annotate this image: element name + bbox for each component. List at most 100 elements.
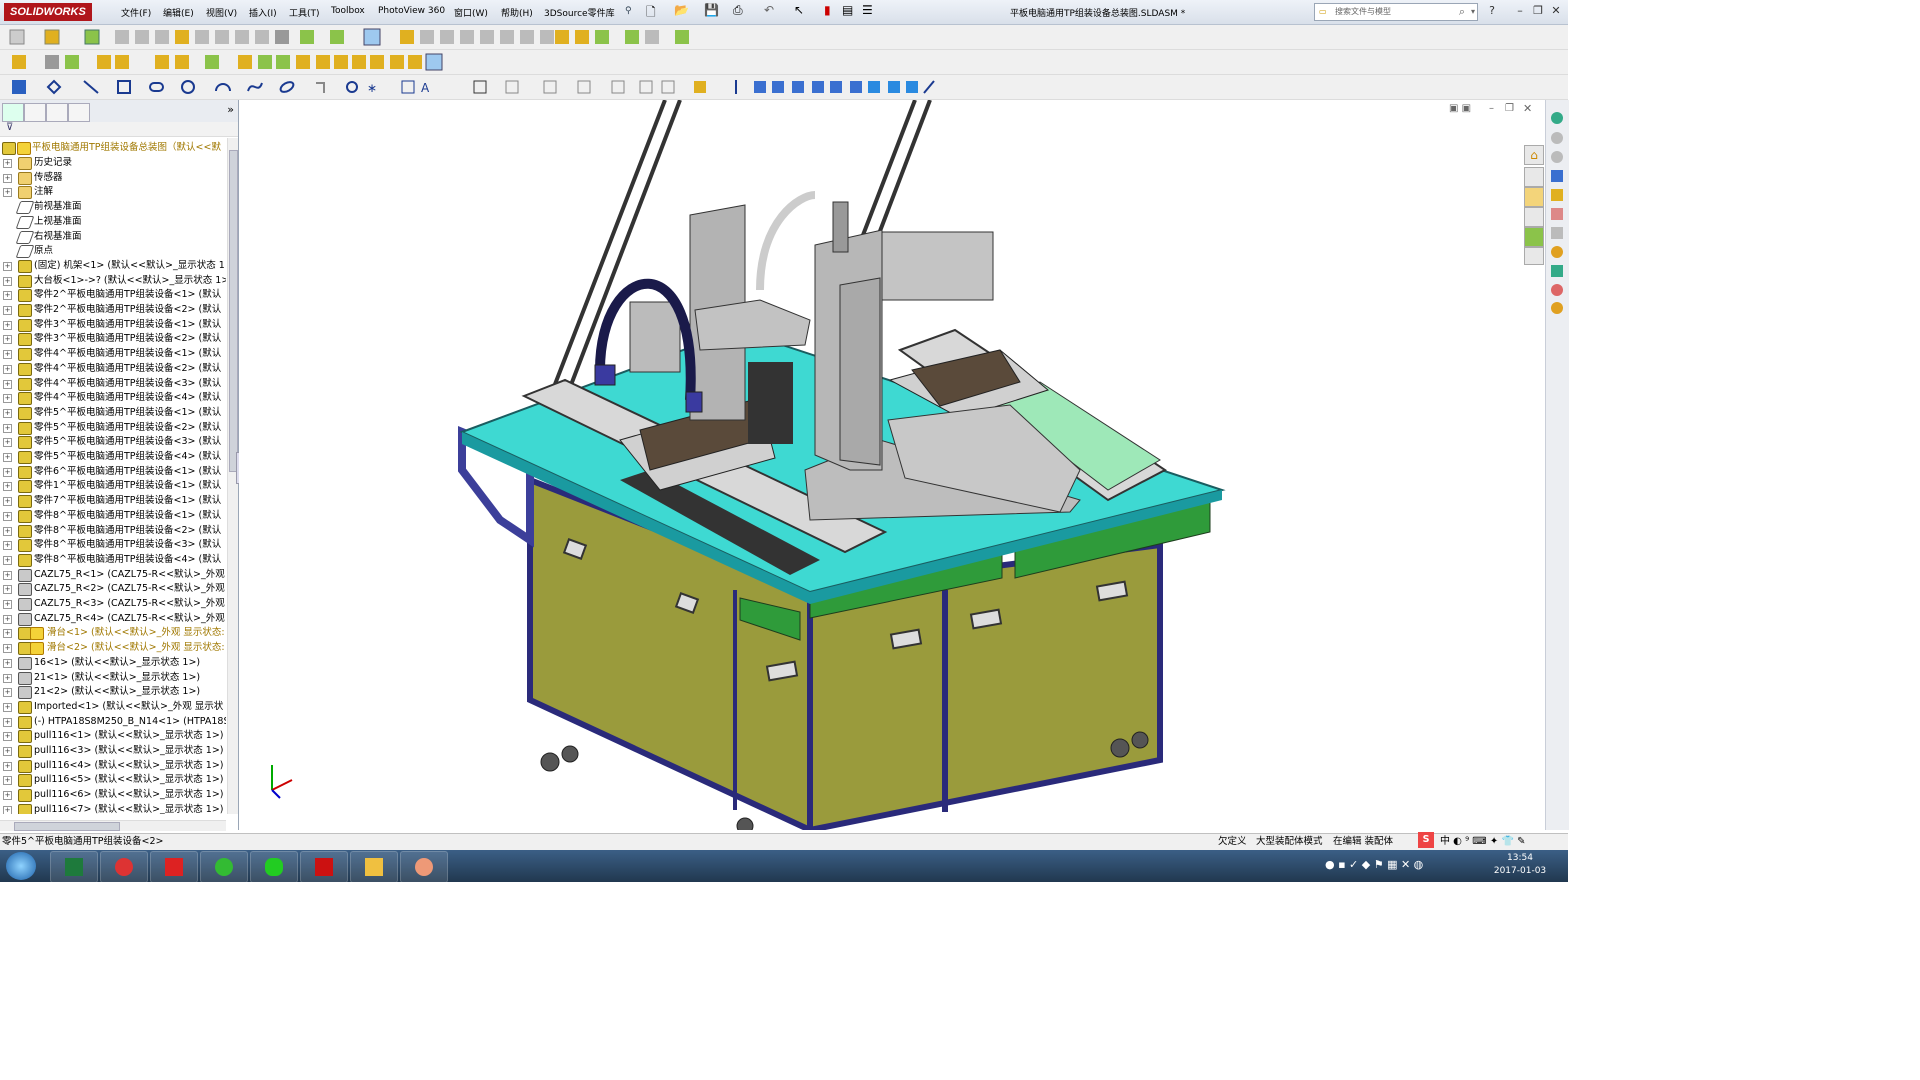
expand-toggle-icon[interactable]: + <box>3 658 12 668</box>
options-icon[interactable]: ☰ <box>862 3 873 17</box>
menu-toolbox[interactable]: Toolbox <box>331 6 365 16</box>
expand-toggle-icon[interactable]: + <box>3 408 12 418</box>
tree-item[interactable]: + 零件5^平板电脑通用TP组装设备<1> (默认 <box>0 405 226 420</box>
tree-item[interactable]: + 零件4^平板电脑通用TP组装设备<1> (默认 <box>0 346 226 362</box>
tree-item[interactable]: + pull116<6> (默认<<默认>_显示状态 1>) <box>0 787 226 803</box>
menu-tools[interactable]: 工具(T) <box>289 6 320 19</box>
tree-item[interactable]: 右视基准面 <box>0 229 226 244</box>
search-input[interactable]: 搜索文件与模型 <box>1335 4 1391 20</box>
menu-help[interactable]: 帮助(H) <box>501 6 533 19</box>
close-button[interactable]: ✕ <box>1548 4 1564 18</box>
tree-item[interactable]: + pull116<1> (默认<<默认>_显示状态 1>) <box>0 728 226 744</box>
expand-toggle-icon[interactable]: + <box>3 761 12 771</box>
taskbar-paint-icon[interactable] <box>400 851 448 883</box>
tree-item[interactable]: + 零件1^平板电脑通用TP组装设备<1> (默认 <box>0 478 226 494</box>
sketch-toolbar-icons[interactable]: ∗ A <box>0 75 950 99</box>
taskbar-wechat-icon[interactable] <box>250 851 298 883</box>
traffic-light-icon[interactable]: ▮ <box>824 3 831 17</box>
menu-file[interactable]: 文件(F) <box>121 6 151 19</box>
expand-toggle-icon[interactable]: + <box>3 276 12 286</box>
tree-item[interactable]: 上视基准面 <box>0 214 226 229</box>
display-manager-tab[interactable] <box>68 103 90 122</box>
assembly-model[interactable] <box>239 100 1544 830</box>
expand-toggle-icon[interactable]: + <box>3 423 12 433</box>
minimize-button[interactable]: – <box>1512 4 1528 18</box>
expand-toggle-icon[interactable]: + <box>3 261 12 271</box>
expand-toggle-icon[interactable]: + <box>3 732 12 742</box>
scroll-thumb[interactable] <box>229 150 238 472</box>
taskbar-clock[interactable]: 13:54 2017-01-03 <box>1492 852 1548 878</box>
tree-item[interactable]: + 零件4^平板电脑通用TP组装设备<4> (默认 <box>0 390 226 406</box>
tree-item[interactable]: + 零件8^平板电脑通用TP组装设备<3> (默认 <box>0 537 226 553</box>
viewport-restore-icon[interactable]: ❐ <box>1505 103 1514 114</box>
expand-toggle-icon[interactable]: + <box>3 482 12 492</box>
viewport-minimize-icon[interactable]: – <box>1489 103 1494 114</box>
file-properties-icon[interactable]: ▤ <box>842 3 853 17</box>
tree-item[interactable]: + 注解 <box>0 184 226 200</box>
viewport-tile-icon[interactable]: ▣ ▣ <box>1449 103 1471 114</box>
start-button[interactable] <box>6 852 36 880</box>
tree-item[interactable]: + 零件5^平板电脑通用TP组装设备<4> (默认 <box>0 449 226 464</box>
tree-item[interactable]: + CAZL75_R<3> (CAZL75-R<<默认>_外观 5 <box>0 596 226 611</box>
tree-item[interactable]: + 传感器 <box>0 170 226 185</box>
tree-item[interactable]: + 历史记录 <box>0 155 226 170</box>
tree-item[interactable]: + 零件5^平板电脑通用TP组装设备<2> (默认 <box>0 420 226 435</box>
tree-item[interactable]: + pull116<5> (默认<<默认>_显示状态 1>) <box>0 772 226 788</box>
select-cursor-icon[interactable]: ↖ <box>794 3 804 17</box>
expand-panel-icon[interactable]: » <box>227 103 234 116</box>
expand-toggle-icon[interactable]: + <box>3 335 12 345</box>
expand-toggle-icon[interactable]: + <box>3 688 12 698</box>
taskbar-app-icon[interactable] <box>100 851 148 883</box>
print-icon[interactable]: ⎙ <box>733 3 743 18</box>
tree-item[interactable]: + CAZL75_R<2> (CAZL75-R<<默认>_外观 5 <box>0 581 226 597</box>
file-explorer-icon[interactable] <box>1524 187 1544 207</box>
expand-toggle-icon[interactable]: + <box>3 379 12 389</box>
toolbar-row-2-icons[interactable] <box>0 50 460 74</box>
pin-icon[interactable]: ⚲ <box>625 6 632 16</box>
ime-tray-icons[interactable]: 中 ◐ ⁹ ⌨ ✦ 👕 ✎ <box>1440 834 1525 850</box>
expand-toggle-icon[interactable]: + <box>3 702 12 712</box>
feature-manager-tab[interactable] <box>2 103 24 122</box>
expand-toggle-icon[interactable]: + <box>3 291 12 301</box>
taskbar-ie-icon[interactable] <box>200 851 248 883</box>
expand-toggle-icon[interactable]: + <box>3 394 12 404</box>
menu-edit[interactable]: 编辑(E) <box>163 6 194 19</box>
tree-item[interactable]: + pull116<7> (默认<<默认>_显示状态 1>) <box>0 802 226 814</box>
expand-toggle-icon[interactable]: + <box>3 747 12 756</box>
expand-toggle-icon[interactable]: + <box>3 717 12 727</box>
taskbar-solidworks-icon[interactable] <box>300 851 348 883</box>
tree-item[interactable]: + 零件4^平板电脑通用TP组装设备<3> (默认 <box>0 376 226 391</box>
configuration-manager-tab[interactable] <box>46 103 68 122</box>
tree-item[interactable]: + Imported<1> (默认<<默认>_外观 显示状 <box>0 699 226 714</box>
expand-toggle-icon[interactable]: + <box>3 364 12 374</box>
expand-toggle-icon[interactable]: + <box>3 555 12 565</box>
view-palette-icon[interactable] <box>1524 207 1544 227</box>
expand-toggle-icon[interactable]: + <box>3 585 12 595</box>
expand-toggle-icon[interactable]: + <box>3 614 12 624</box>
menu-3dsource[interactable]: 3DSource零件库 <box>544 6 615 19</box>
menu-view[interactable]: 视图(V) <box>206 6 237 19</box>
home-icon[interactable]: ⌂ <box>1524 145 1544 165</box>
save-icon[interactable]: 💾 <box>704 3 719 17</box>
expand-toggle-icon[interactable]: + <box>3 320 12 330</box>
expand-toggle-icon[interactable]: + <box>3 159 12 168</box>
expand-toggle-icon[interactable]: + <box>3 188 12 198</box>
search-icon[interactable]: ⌕ <box>1459 4 1465 20</box>
tree-item[interactable]: + 零件4^平板电脑通用TP组装设备<2> (默认 <box>0 361 226 376</box>
new-document-icon[interactable]: 🗋 <box>646 3 656 24</box>
expand-toggle-icon[interactable]: + <box>3 541 12 551</box>
tree-item[interactable]: + 零件7^平板电脑通用TP组装设备<1> (默认 <box>0 493 226 509</box>
appearances-icon[interactable] <box>1524 227 1544 247</box>
open-folder-icon[interactable]: 📂 <box>674 3 689 17</box>
tree-item[interactable]: + 滑台<2> (默认<<默认>_外观 显示状态: <box>0 640 226 656</box>
tree-horizontal-scrollbar[interactable] <box>0 820 226 831</box>
restore-button[interactable]: ❐ <box>1530 4 1546 18</box>
graphics-area[interactable]: ▣ ▣ – ❐ ✕ <box>239 100 1544 830</box>
expand-toggle-icon[interactable]: + <box>3 570 12 580</box>
search-box[interactable]: ▭ 搜索文件与模型 ⌕ ▾ <box>1314 3 1478 21</box>
taskbar-explorer-icon[interactable] <box>350 851 398 883</box>
expand-toggle-icon[interactable]: + <box>3 526 12 536</box>
tree-item[interactable]: + pull116<3> (默认<<默认>_显示状态 1>) <box>0 743 226 758</box>
expand-toggle-icon[interactable]: + <box>3 776 12 786</box>
tree-item[interactable]: + CAZL75_R<1> (CAZL75-R<<默认>_外观 5 <box>0 567 226 582</box>
